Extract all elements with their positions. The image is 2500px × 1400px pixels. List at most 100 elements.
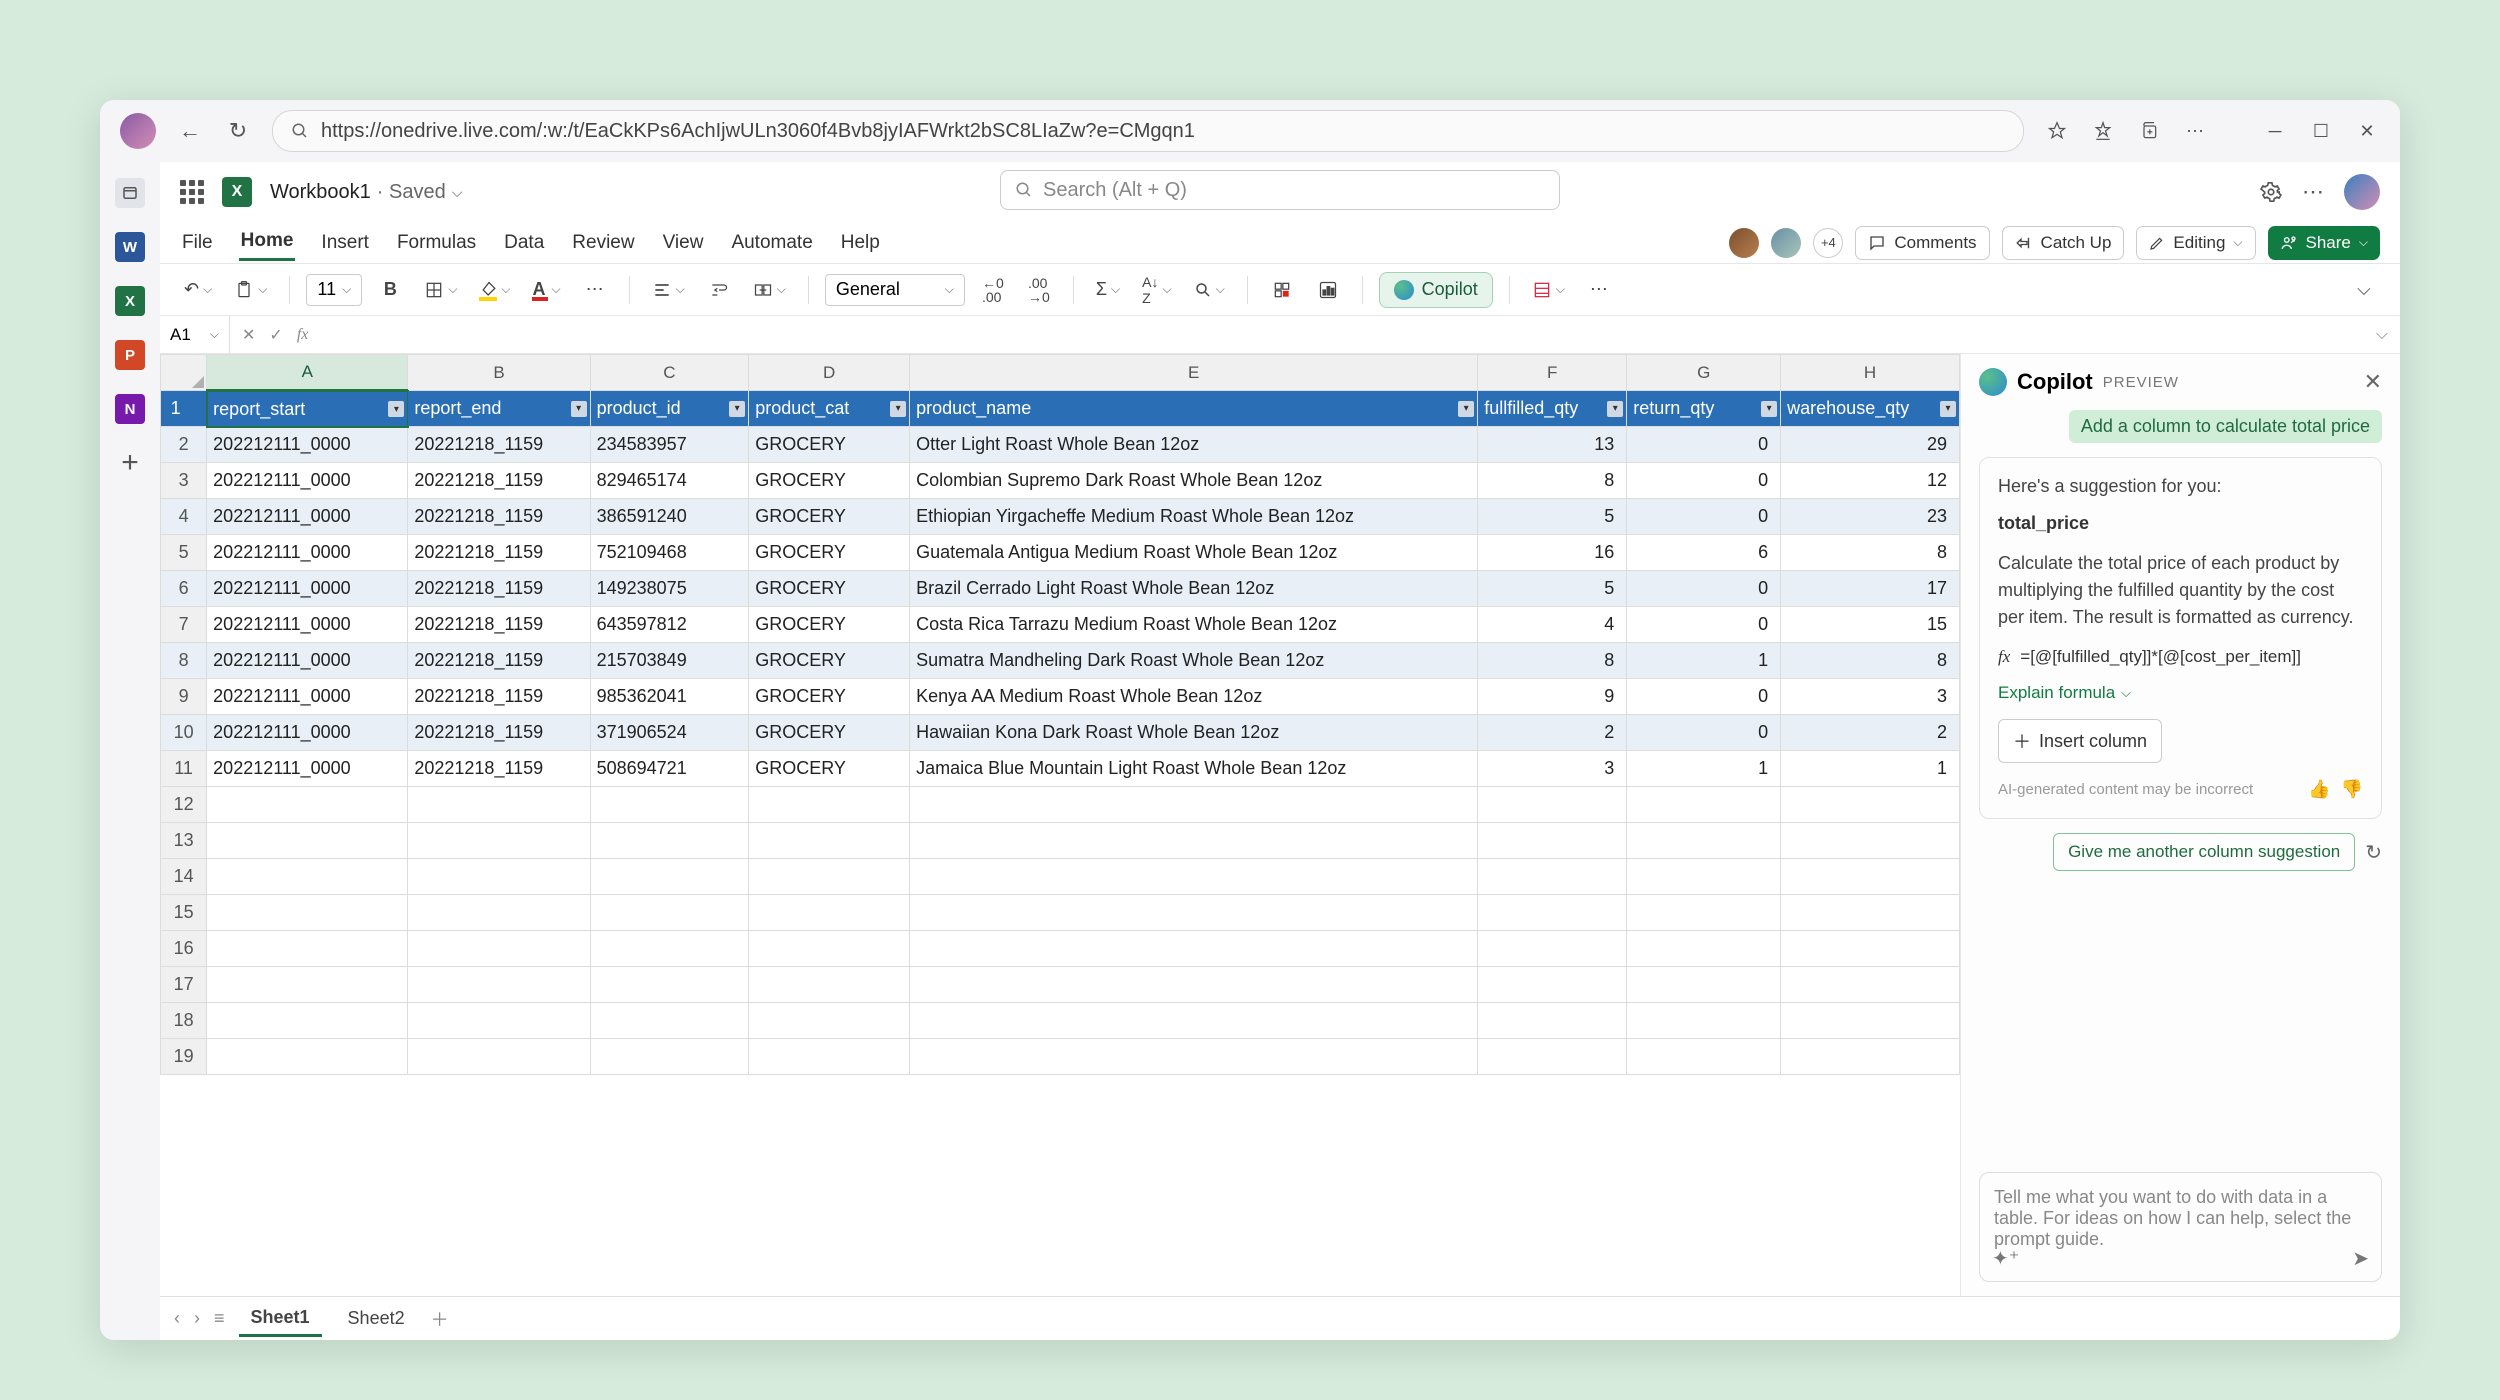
cell[interactable] <box>749 895 910 931</box>
cell[interactable]: 2 <box>1478 715 1627 751</box>
cell[interactable]: Kenya AA Medium Roast Whole Bean 12oz <box>910 679 1478 715</box>
send-icon[interactable]: ➤ <box>2352 1246 2369 1271</box>
rail-powerpoint-icon[interactable]: P <box>115 340 145 370</box>
font-size-input[interactable]: 11⌵ <box>306 274 362 306</box>
filter-dropdown-icon[interactable]: ▾ <box>1940 401 1956 417</box>
cell[interactable]: 13 <box>1478 427 1627 463</box>
cell[interactable]: Otter Light Roast Whole Bean 12oz <box>910 427 1478 463</box>
filter-dropdown-icon[interactable]: ▾ <box>388 401 404 417</box>
bold-button[interactable]: B <box>372 272 408 308</box>
undo-button[interactable]: ↶⌵ <box>178 272 218 308</box>
cell[interactable]: 0 <box>1627 607 1781 643</box>
cell[interactable]: 0 <box>1627 427 1781 463</box>
row-header[interactable]: 4 <box>161 499 207 535</box>
ribbon-tab-review[interactable]: Review <box>570 226 636 260</box>
maximize-button[interactable]: ☐ <box>2308 118 2334 144</box>
row-header-1[interactable]: 1 <box>161 391 207 427</box>
cell[interactable] <box>590 787 749 823</box>
cell[interactable] <box>408 787 590 823</box>
analyze-data-button[interactable] <box>1310 272 1346 308</box>
cell[interactable] <box>749 1039 910 1075</box>
cell[interactable] <box>1627 1003 1781 1039</box>
cell[interactable]: 9 <box>1478 679 1627 715</box>
rail-browser-tab-icon[interactable] <box>115 178 145 208</box>
cell[interactable] <box>408 931 590 967</box>
cell[interactable]: Guatemala Antigua Medium Roast Whole Bea… <box>910 535 1478 571</box>
cell[interactable]: 12 <box>1781 463 1960 499</box>
cell[interactable]: GROCERY <box>749 751 910 787</box>
cell[interactable] <box>207 1039 408 1075</box>
more-font-icon[interactable]: ⋯ <box>577 272 613 308</box>
cell[interactable] <box>1781 823 1960 859</box>
settings-icon[interactable] <box>2260 181 2282 203</box>
editing-mode-button[interactable]: Editing ⌵ <box>2136 226 2255 260</box>
cell[interactable] <box>207 1003 408 1039</box>
cell[interactable]: 8 <box>1478 643 1627 679</box>
cell[interactable]: 17 <box>1781 571 1960 607</box>
cell[interactable]: 202212111_0000 <box>207 715 408 751</box>
cell[interactable]: 149238075 <box>590 571 749 607</box>
presence-avatar-1[interactable] <box>1729 228 1759 258</box>
minimize-button[interactable]: ─ <box>2262 118 2288 144</box>
ribbon-tab-help[interactable]: Help <box>839 226 882 260</box>
cell[interactable]: 829465174 <box>590 463 749 499</box>
cell[interactable] <box>749 967 910 1003</box>
name-box[interactable]: A1⌵ <box>160 316 230 353</box>
wrap-text-button[interactable] <box>701 272 737 308</box>
row-header[interactable]: 6 <box>161 571 207 607</box>
search-input[interactable]: Search (Alt + Q) <box>1000 170 1560 210</box>
cell[interactable]: 6 <box>1627 535 1781 571</box>
cell[interactable] <box>207 967 408 1003</box>
cell[interactable] <box>1627 859 1781 895</box>
cell[interactable]: 202212111_0000 <box>207 463 408 499</box>
paste-button[interactable]: ⌵ <box>228 272 273 308</box>
cell[interactable] <box>408 823 590 859</box>
cell[interactable] <box>910 1039 1478 1075</box>
cell[interactable] <box>1478 1039 1627 1075</box>
row-header[interactable]: 3 <box>161 463 207 499</box>
cell[interactable]: GROCERY <box>749 499 910 535</box>
read-aloud-icon[interactable] <box>2044 118 2070 144</box>
cell[interactable] <box>910 787 1478 823</box>
enter-formula-icon[interactable]: ✓ <box>269 325 282 345</box>
cancel-formula-icon[interactable]: ✕ <box>242 325 255 345</box>
cell[interactable] <box>749 1003 910 1039</box>
cell[interactable]: 5 <box>1478 571 1627 607</box>
cell[interactable] <box>1627 1039 1781 1075</box>
row-header[interactable]: 5 <box>161 535 207 571</box>
cell[interactable]: 2 <box>1781 715 1960 751</box>
cell[interactable] <box>590 1039 749 1075</box>
find-button[interactable]: ⌵ <box>1188 272 1231 308</box>
ribbon-tab-data[interactable]: Data <box>502 226 546 260</box>
row-header[interactable]: 11 <box>161 751 207 787</box>
cell[interactable]: 20221218_1159 <box>408 427 590 463</box>
table-header-cell[interactable]: fullfilled_qty▾ <box>1478 391 1627 427</box>
cell[interactable] <box>910 823 1478 859</box>
select-all-corner[interactable] <box>161 355 207 391</box>
cell[interactable]: 20221218_1159 <box>408 535 590 571</box>
expand-formula-bar-icon[interactable]: ⌵ <box>2364 326 2400 344</box>
cell[interactable] <box>207 823 408 859</box>
cell[interactable] <box>590 1003 749 1039</box>
table-header-cell[interactable]: product_cat▾ <box>749 391 910 427</box>
column-header-A[interactable]: A <box>207 355 408 391</box>
cell[interactable] <box>1627 931 1781 967</box>
thumbs-down-icon[interactable]: 👎 <box>2341 779 2363 800</box>
cell[interactable] <box>590 931 749 967</box>
column-header-C[interactable]: C <box>590 355 749 391</box>
cell[interactable]: 202212111_0000 <box>207 679 408 715</box>
cell[interactable]: 16 <box>1478 535 1627 571</box>
profile-avatar[interactable] <box>120 113 156 149</box>
ribbon-tab-file[interactable]: File <box>180 226 215 260</box>
cell[interactable]: 0 <box>1627 715 1781 751</box>
cell[interactable] <box>408 1003 590 1039</box>
cell[interactable] <box>910 931 1478 967</box>
column-header-E[interactable]: E <box>910 355 1478 391</box>
comments-button[interactable]: Comments <box>1855 226 1989 260</box>
user-avatar[interactable] <box>2344 174 2380 210</box>
copilot-prompt-input[interactable]: Tell me what you want to do with data in… <box>1979 1172 2382 1282</box>
cell[interactable]: 0 <box>1627 679 1781 715</box>
cell[interactable] <box>1781 931 1960 967</box>
filter-dropdown-icon[interactable]: ▾ <box>1607 401 1623 417</box>
row-header[interactable]: 12 <box>161 787 207 823</box>
